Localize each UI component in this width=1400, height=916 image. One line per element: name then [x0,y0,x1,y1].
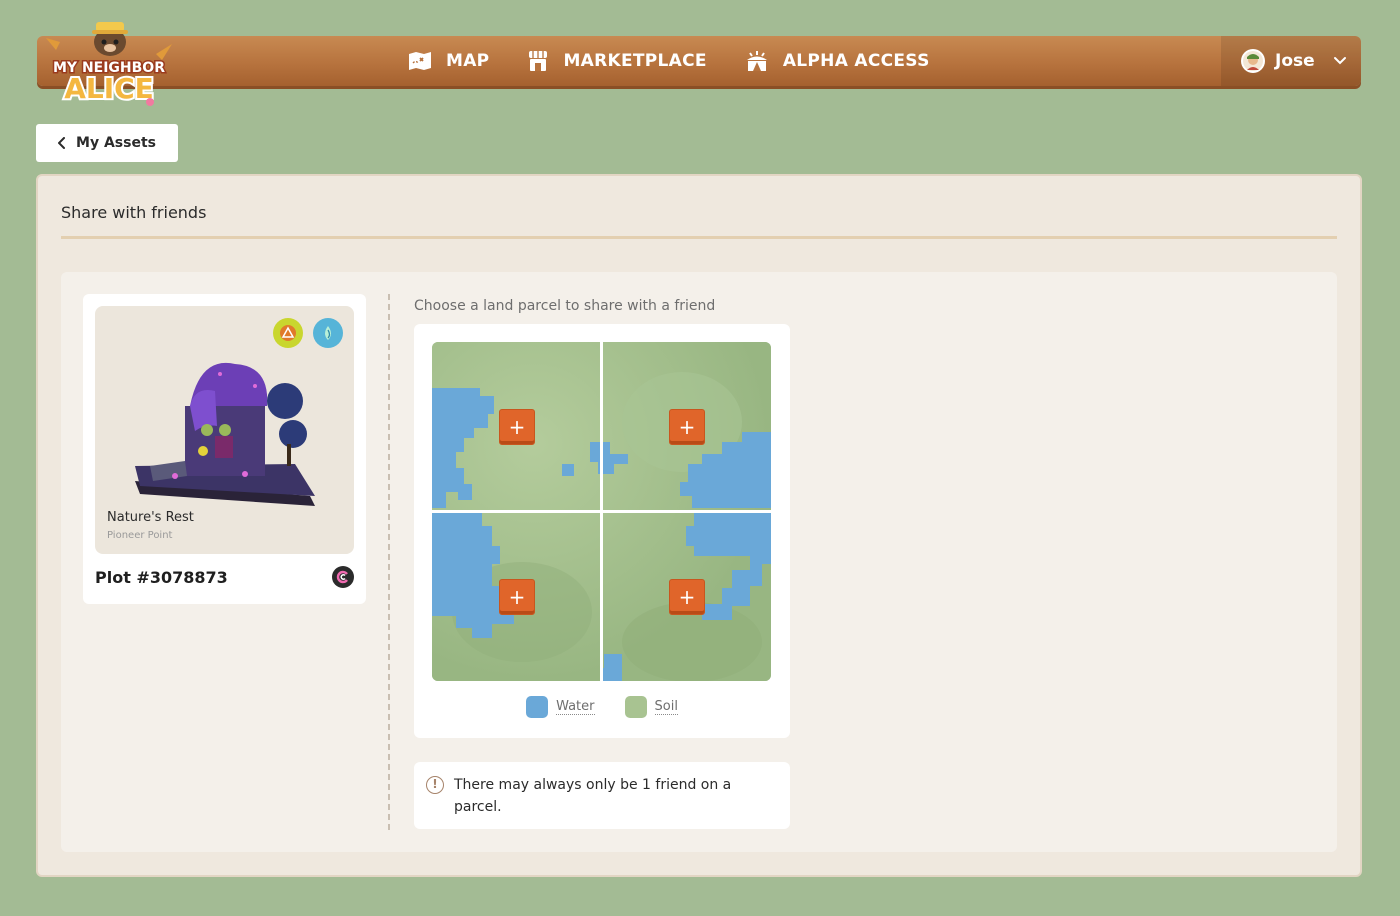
nav-marketplace-label: MARKETPLACE [563,51,707,71]
legend-soil-label: Soil [654,699,678,715]
chevron-left-icon [58,137,66,149]
info-alert-icon: ! [426,776,444,794]
choose-parcel-label: Choose a land parcel to share with a fri… [414,298,716,314]
chevron-down-icon [1333,57,1346,65]
vertical-divider [388,294,390,830]
plus-icon: + [678,415,696,439]
fire-element-icon [273,318,303,348]
parcel-map: + + + + [432,342,771,681]
nav-map-label: MAP [446,51,490,71]
nav-marketplace[interactable]: MARKETPLACE [527,50,707,72]
plus-icon: + [508,585,526,609]
legend-water-label: Water [556,699,595,715]
share-panel: Share with friends Nature's Rest Pioneer… [36,174,1362,877]
back-to-my-assets-button[interactable]: My Assets [36,124,178,162]
legend-soil: Soil [624,696,678,718]
user-name: Jose [1275,51,1315,71]
logo-line2: ALICE [64,72,154,105]
chain-logo-icon [332,566,354,588]
main-nav: MAP MARKETPLACE ALPHA ACCESS [408,36,930,86]
parcel-map-card: + + + + Water Soil [414,324,790,738]
back-button-label: My Assets [76,135,156,151]
add-friend-parcel-top-right[interactable]: + [669,409,705,445]
asset-preview: Nature's Rest Pioneer Point [95,306,354,554]
tent-icon [746,51,767,71]
store-icon [529,51,548,71]
soil-swatch [624,696,647,718]
add-friend-parcel-bottom-left[interactable]: + [499,579,535,615]
friend-limit-notice: ! There may always only be 1 friend on a… [414,762,790,829]
water-swatch [526,696,549,718]
plus-icon: + [678,585,696,609]
asset-location: Pioneer Point [107,530,173,541]
nav-alpha-access[interactable]: ALPHA ACCESS [745,50,930,72]
map-legend: Water Soil [414,696,790,718]
asset-card[interactable]: Nature's Rest Pioneer Point Plot #307887… [83,294,366,604]
panel-content: Nature's Rest Pioneer Point Plot #307887… [61,272,1337,852]
notice-text: There may always only be 1 friend on a p… [454,777,732,815]
asset-name: Nature's Rest [107,510,194,525]
map-icon [409,52,431,70]
add-friend-parcel-top-left[interactable]: + [499,409,535,445]
terrain-map [432,342,771,681]
legend-water: Water [526,696,595,718]
avatar [1241,49,1265,73]
water-element-icon [313,318,343,348]
user-menu[interactable]: Jose [1221,36,1361,86]
panel-title: Share with friends [61,203,207,222]
my-neighbor-alice-logo[interactable]: MY NEIGHBOR ALICE [44,20,174,108]
nav-alpha-access-label: ALPHA ACCESS [782,51,930,71]
add-friend-parcel-bottom-right[interactable]: + [669,579,705,615]
plot-id: Plot #3078873 [95,568,228,587]
plus-icon: + [508,415,526,439]
nav-map[interactable]: MAP [408,51,489,71]
title-divider [61,236,1337,239]
